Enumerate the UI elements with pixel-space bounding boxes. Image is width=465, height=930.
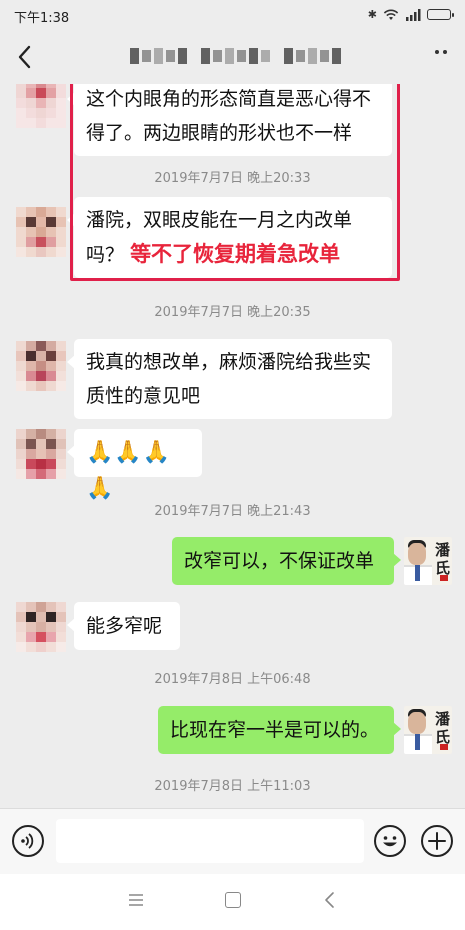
menu-icon[interactable] xyxy=(128,892,144,908)
message-line: 我真的想改单，麻烦潘院给我些实 xyxy=(86,351,372,373)
wifi-icon xyxy=(383,9,399,21)
message-line: 改窄可以，不保证改单 xyxy=(184,550,375,572)
avatar[interactable] xyxy=(16,341,66,391)
blurred-name-part xyxy=(283,48,341,64)
avatar-seal-text: 潘氏 xyxy=(434,541,450,577)
status-bar: 下午1:38 ✱ xyxy=(0,0,465,30)
message-bubble[interactable]: 我真的想改单，麻烦潘院给我些实 质性的意见吧 xyxy=(67,339,392,419)
timestamp: 2019年7月7日 晚上20:35 xyxy=(154,305,311,320)
signal-icon xyxy=(405,8,421,21)
chat-header xyxy=(0,30,465,84)
status-time: 下午1:38 xyxy=(14,11,70,26)
emoji-icon[interactable] xyxy=(374,825,406,857)
avatar[interactable] xyxy=(16,207,66,257)
timestamp: 2019年7月8日 上午06:48 xyxy=(154,672,311,687)
timestamp: 2019年7月8日 上午11:03 xyxy=(154,779,311,794)
more-dots-icon[interactable] xyxy=(435,50,447,54)
highlight-box xyxy=(70,84,400,281)
avatar[interactable] xyxy=(16,602,66,652)
bluetooth-icon: ✱ xyxy=(367,8,377,21)
chat-messages[interactable]: 这个内眼角的形态简直是恶心得不 得了。两边眼睛的形状也不一样 2019年7月7日… xyxy=(0,84,465,808)
avatar[interactable] xyxy=(16,84,66,128)
avatar[interactable]: 潘氏 xyxy=(404,706,452,754)
battery-icon xyxy=(427,9,454,20)
message-bubble[interactable]: 改窄可以，不保证改单 xyxy=(172,537,401,585)
avatar[interactable]: 潘氏 xyxy=(404,537,452,585)
voice-icon[interactable] xyxy=(12,825,44,857)
message-bubble[interactable]: 🙏🙏🙏🙏 xyxy=(67,429,202,501)
blurred-name-part xyxy=(200,48,270,64)
system-nav-bar xyxy=(0,874,465,930)
message-line: 能多窄呢 xyxy=(86,615,163,637)
message-line: 质性的意见吧 xyxy=(86,385,201,407)
avatar-seal-text: 潘氏 xyxy=(434,710,450,746)
blurred-name-part xyxy=(129,48,187,64)
back-icon[interactable] xyxy=(322,891,338,909)
avatar[interactable] xyxy=(16,429,66,479)
chat-title-blurred xyxy=(80,44,390,68)
plus-icon[interactable] xyxy=(421,825,453,857)
timestamp: 2019年7月7日 晚上21:43 xyxy=(154,504,311,519)
message-input[interactable] xyxy=(56,819,364,863)
message-bubble[interactable]: 比现在窄一半是可以的。 xyxy=(158,706,401,754)
message-line: 比现在窄一半是可以的。 xyxy=(170,719,380,741)
status-icons: ✱ xyxy=(367,8,454,21)
home-icon[interactable] xyxy=(225,892,241,908)
message-bubble[interactable]: 能多窄呢 xyxy=(67,602,180,650)
input-bar xyxy=(0,808,465,874)
chevron-left-icon[interactable] xyxy=(12,42,40,72)
